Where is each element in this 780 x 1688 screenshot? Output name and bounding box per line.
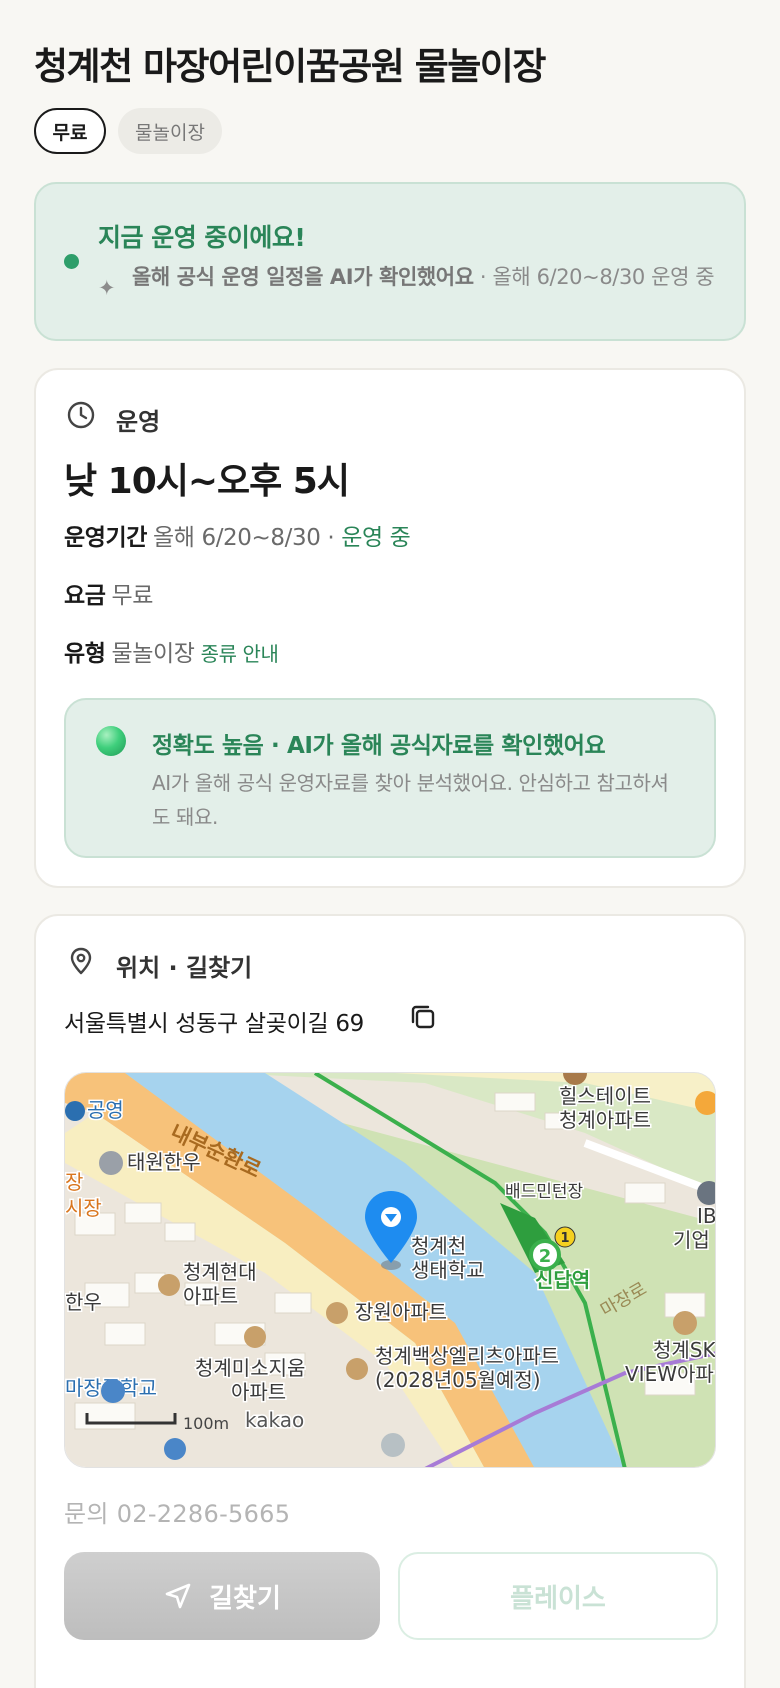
map-label-hyundai1: 청계현대: [183, 1260, 257, 1284]
operation-label: 운영: [116, 408, 161, 436]
place-button[interactable]: 플레이스: [398, 1552, 718, 1640]
map-label-ib2: 기업: [673, 1228, 710, 1252]
sparkle-icon: ✦: [98, 276, 116, 300]
status-title: 지금 운영 중이에요!: [98, 223, 306, 252]
status-dot-icon: [64, 254, 79, 269]
fee-key: 요금: [64, 583, 106, 609]
fee-value: 무료: [111, 583, 154, 609]
map-station-line: 2: [539, 1246, 552, 1267]
facility-detail-page: 청계천 마장어린이꿈공원 물놀이장 무료 물놀이장 지금 운영 중이에요! ✦ …: [0, 0, 780, 1688]
map-station-line-2: 1: [560, 1231, 569, 1246]
type-key: 유형: [64, 641, 106, 667]
map-label-hanu: 한우: [65, 1290, 102, 1314]
copy-icon[interactable]: [408, 1002, 438, 1032]
place-button-label: 플레이스: [510, 1583, 606, 1614]
address-text: 서울특별시 성동구 살곶이길 69: [64, 1011, 365, 1037]
navigate-button[interactable]: 길찾기: [64, 1552, 380, 1640]
type-chip[interactable]: 물놀이장: [118, 108, 222, 154]
navigate-button-label: 길찾기: [209, 1583, 281, 1614]
location-label: 위치 · 길찾기: [116, 954, 253, 982]
map-label-school1: 청계천: [411, 1234, 466, 1258]
period-status: 운영 중: [341, 525, 411, 551]
type-value: 물놀이장: [111, 641, 195, 667]
navigation-arrow-icon: [165, 1583, 191, 1609]
period-row: 운영기간 올해 6/20~8/30 · 운영 중: [64, 518, 411, 552]
map-label-baeksang1: 청계백상엘리츠아파트: [375, 1344, 559, 1368]
map-label-hyundai2: 아파트: [183, 1284, 238, 1308]
location-card: 위치 · 길찾기 서울특별시 성동구 살곶이길 69 힐스테이트 청계아파트 공…: [34, 914, 746, 1688]
map-label-ib1: IB: [697, 1204, 716, 1228]
map-label-market2: 시장: [65, 1196, 102, 1220]
type-row: 유형 물놀이장 종류 안내: [64, 634, 279, 668]
map-label-brand: kakao: [245, 1408, 304, 1432]
location-pin-icon: [70, 947, 92, 975]
accuracy-description: AI가 올해 공식 운영자료를 찾아 분석했어요. 안심하고 참고하셔도 돼요.: [152, 771, 669, 829]
map-label-hills2: 청계아파트: [559, 1108, 651, 1132]
operating-hours: 낮 10시~오후 5시: [64, 461, 350, 502]
fee-row: 요금 무료: [64, 576, 153, 610]
map-label-sk1: 청계SK: [653, 1338, 716, 1362]
contact-phone[interactable]: 문의 02-2286-5665: [64, 1494, 290, 1529]
location-map[interactable]: 힐스테이트 청계아파트 공영 태원한우 장 시장 배드민턴장 IB 기업 청계천…: [64, 1072, 716, 1468]
map-label-badminton: 배드민턴장: [505, 1182, 584, 1202]
status-description: 올해 공식 운영 일정을 AI가 확인했어요 · 올해 6/20~8/30 운영…: [132, 262, 722, 292]
accuracy-box: 정확도 높음 · AI가 올해 공식자료를 확인했어요 AI가 올해 공식 운영…: [64, 698, 716, 858]
map-label-hills: 힐스테이트: [559, 1084, 651, 1108]
status-card: 지금 운영 중이에요! ✦ 올해 공식 운영 일정을 AI가 확인했어요 · 올…: [34, 182, 746, 341]
clock-icon: [67, 401, 95, 429]
accuracy-orb-icon: [96, 726, 126, 756]
map-label-station: 신답역: [535, 1268, 590, 1292]
status-desc-rest: · 올해 6/20~8/30 운영 중: [473, 265, 715, 289]
map-label-misoji2: 아파트: [231, 1380, 286, 1404]
period-value: 올해 6/20~8/30 ·: [153, 525, 342, 551]
map-label-market1: 장: [65, 1170, 83, 1194]
type-guide-link[interactable]: 종류 안내: [201, 642, 279, 666]
operation-card: 운영 낮 10시~오후 5시 운영기간 올해 6/20~8/30 · 운영 중 요…: [34, 368, 746, 888]
period-key: 운영기간: [64, 525, 148, 551]
map-label-sk2: VIEW아파: [625, 1362, 714, 1386]
map-label-taewon: 태원한우: [127, 1150, 201, 1174]
map-label-gongyeong: 공영: [87, 1098, 124, 1122]
fee-chip[interactable]: 무료: [34, 108, 106, 154]
map-label-school2: 생태학교: [411, 1258, 485, 1282]
map-label-jangwon: 장원아파트: [355, 1300, 447, 1324]
page-title: 청계천 마장어린이꿈공원 물놀이장: [34, 45, 546, 88]
map-label-baeksang2: (2028년05월예정): [375, 1368, 541, 1392]
status-desc-bold: 올해 공식 운영 일정을 AI가 확인했어요: [132, 265, 474, 289]
map-scale-text: 100m: [183, 1414, 229, 1433]
accuracy-title: 정확도 높음 · AI가 올해 공식자료를 확인했어요: [152, 733, 606, 759]
map-label-misoji1: 청계미소지움: [195, 1356, 305, 1380]
